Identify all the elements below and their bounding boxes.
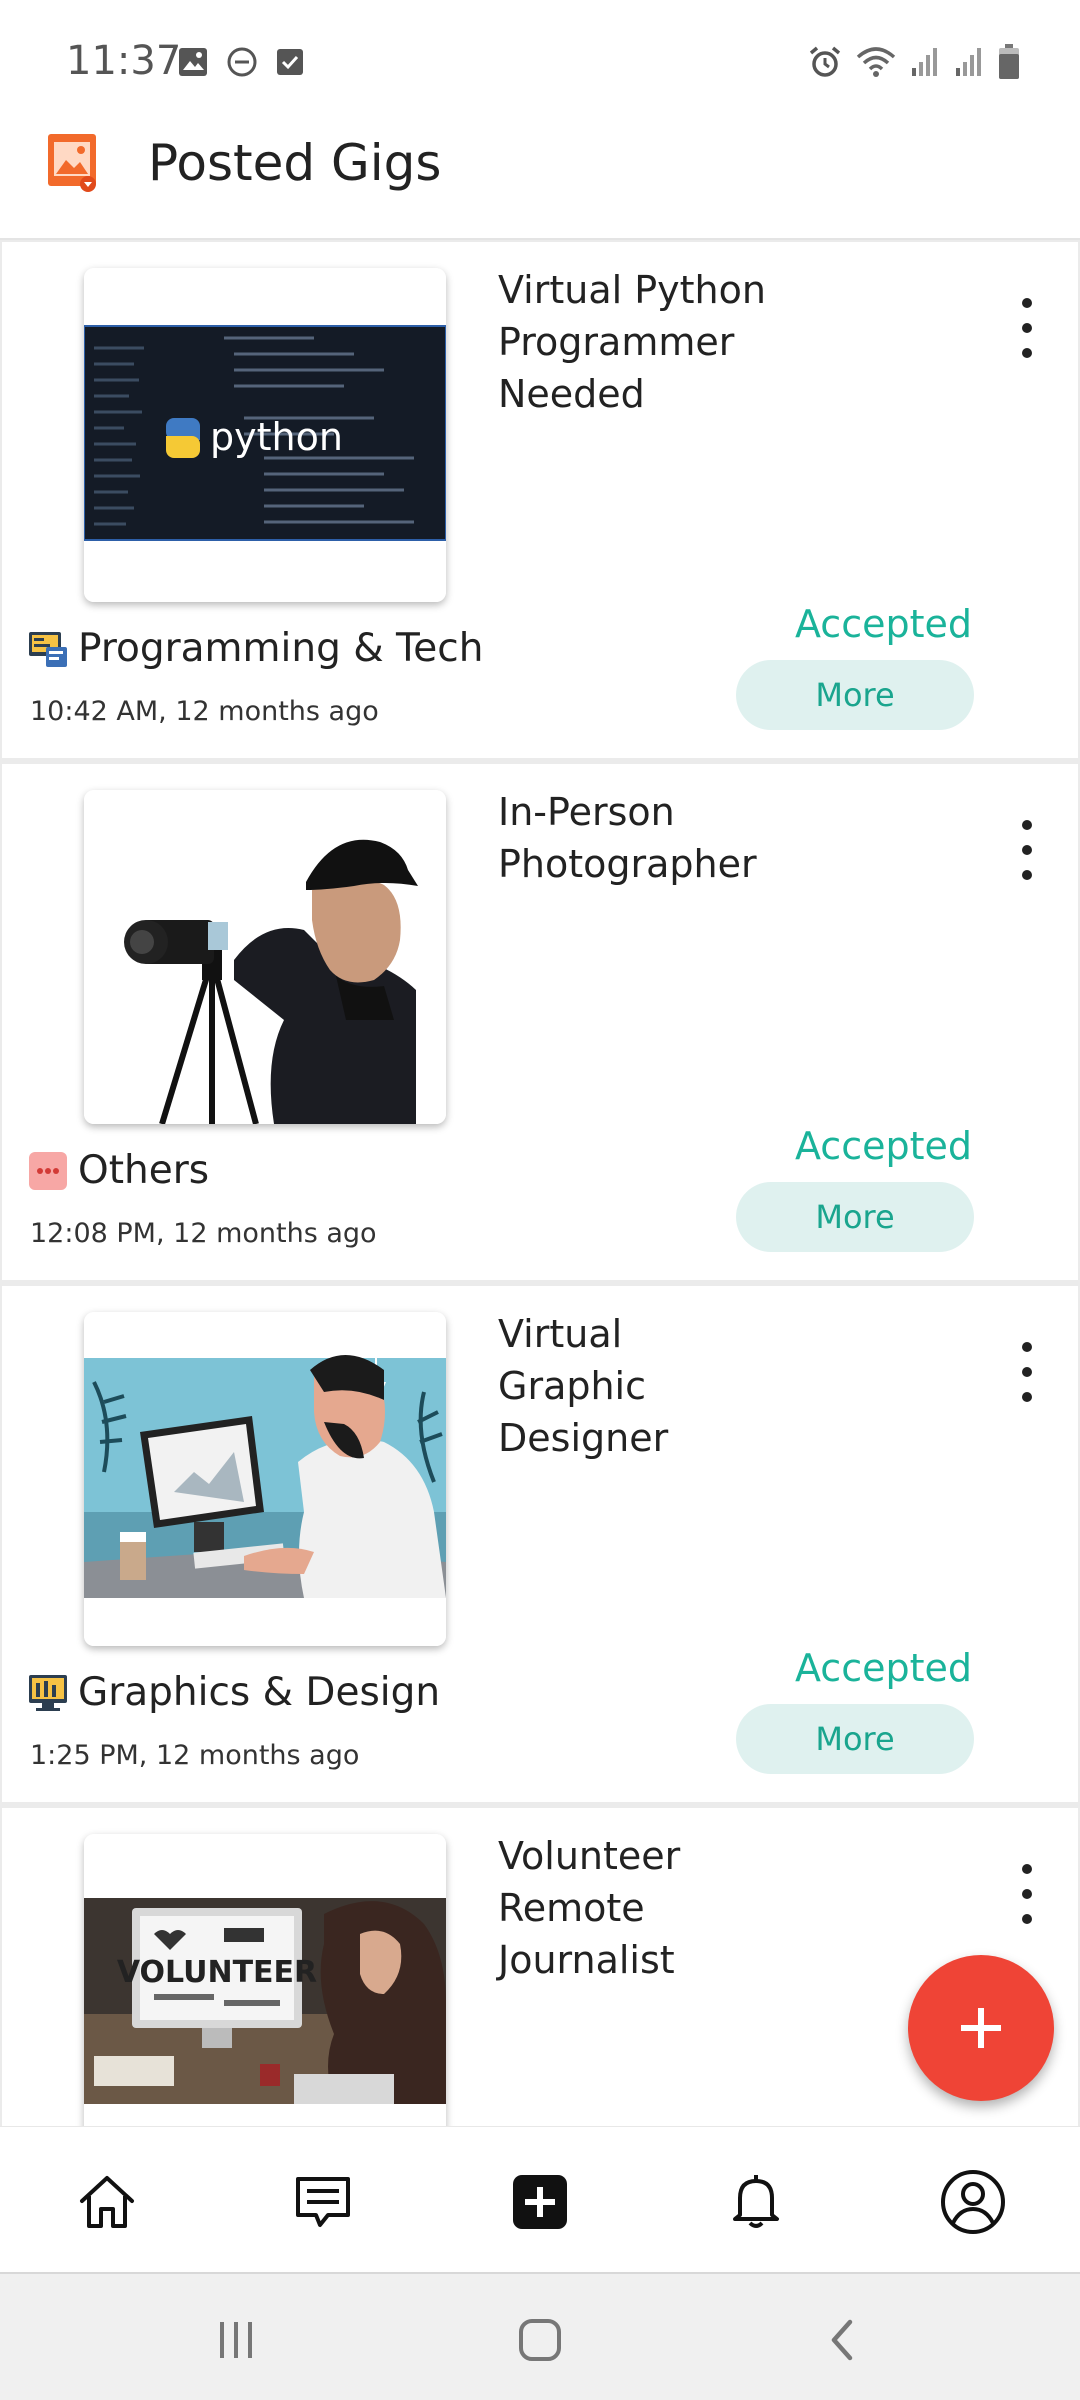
alarm-icon — [809, 46, 841, 77]
bottom-nav — [0, 2126, 1080, 2272]
back-icon — [831, 2319, 853, 2361]
gig-card[interactable]: python Virtual Python Programmer Needed … — [2, 242, 1078, 758]
app-bar: Posted Gigs — [0, 120, 1080, 240]
more-options-icon[interactable] — [1012, 820, 1042, 880]
recent-apps-icon — [220, 2322, 252, 2358]
volunteer-image-text: VOLUNTEER — [117, 1955, 317, 1990]
designer-image — [84, 1312, 446, 1646]
more-button[interactable]: More — [736, 660, 974, 730]
more-options-icon[interactable] — [1012, 1342, 1042, 1402]
gig-category: Programming & Tech — [28, 626, 483, 671]
gig-title[interactable]: Virtual Graphic Designer — [498, 1308, 778, 1464]
volunteer-image: VOLUNTEER — [84, 1834, 446, 2126]
gig-title[interactable]: Virtual Python Programmer Needed — [498, 264, 778, 420]
gig-category: Others — [28, 1148, 209, 1193]
python-code-image: python — [84, 268, 446, 602]
plus-icon — [961, 2008, 1001, 2048]
home-icon — [80, 2176, 134, 2228]
gig-thumbnail[interactable] — [84, 790, 446, 1124]
programming-icon — [29, 631, 67, 667]
do-not-disturb-icon — [227, 47, 257, 77]
recent-apps-button[interactable] — [206, 2312, 266, 2368]
battery-icon — [999, 44, 1019, 79]
gig-category: Graphics & Design — [28, 1670, 440, 1715]
status-bar: 11:37 — [0, 0, 1080, 120]
more-options-icon[interactable] — [1012, 298, 1042, 358]
notifications-icon — [733, 2175, 779, 2228]
photographer-image — [84, 790, 446, 1124]
nav-profile[interactable] — [938, 2167, 1008, 2237]
system-nav — [0, 2272, 1080, 2400]
system-back-button[interactable] — [812, 2312, 872, 2368]
gig-card[interactable]: Virtual Graphic Designer Graphics & Desi… — [2, 1286, 1078, 1802]
gig-timestamp: 10:42 AM, 12 months ago — [30, 696, 379, 727]
status-icons-left — [178, 46, 304, 78]
signal-icon — [956, 48, 981, 76]
python-image-text: python — [210, 415, 343, 459]
more-button[interactable]: More — [736, 1182, 974, 1252]
status-badge: Accepted — [794, 1124, 972, 1168]
gig-title[interactable]: Volunteer Remote Journalist — [498, 1830, 778, 1986]
gallery-icon — [179, 48, 207, 76]
nav-notifications[interactable] — [721, 2167, 791, 2237]
status-time: 11:37 — [66, 38, 182, 84]
category-label: Programming & Tech — [78, 626, 484, 671]
status-badge: Accepted — [794, 602, 972, 646]
gig-thumbnail[interactable]: python — [84, 268, 446, 602]
graphics-icon — [29, 1674, 67, 1711]
nav-add-gig[interactable] — [505, 2167, 575, 2237]
nav-messages[interactable] — [288, 2167, 358, 2237]
gig-title[interactable]: In-Person Photographer — [498, 786, 778, 890]
home-button-icon — [519, 2319, 561, 2361]
gig-logo-icon — [48, 134, 96, 192]
status-badge: Accepted — [794, 1646, 972, 1690]
category-label: Others — [78, 1148, 210, 1193]
status-icons-right — [808, 44, 1020, 80]
gig-timestamp: 1:25 PM, 12 months ago — [30, 1740, 360, 1771]
more-button[interactable]: More — [736, 1704, 974, 1774]
nav-home[interactable] — [72, 2167, 142, 2237]
signal-icon — [912, 48, 937, 76]
page-title: Posted Gigs — [148, 134, 442, 192]
category-label: Graphics & Design — [78, 1670, 441, 1715]
others-icon — [29, 1151, 67, 1190]
gig-card[interactable]: In-Person Photographer Others 12:08 PM, … — [2, 764, 1078, 1280]
messages-icon — [296, 2177, 350, 2227]
add-gig-button[interactable] — [908, 1955, 1054, 2101]
system-home-button[interactable] — [510, 2312, 570, 2368]
wifi-icon — [856, 47, 896, 77]
more-options-icon[interactable] — [1012, 1864, 1042, 1924]
gig-list[interactable]: python Virtual Python Programmer Needed … — [0, 240, 1080, 2126]
gig-card[interactable]: VOLUNTEER Volunteer Remote Journalist — [2, 1808, 1078, 2126]
gig-timestamp: 12:08 PM, 12 months ago — [30, 1218, 377, 1249]
gig-thumbnail[interactable]: VOLUNTEER — [84, 1834, 446, 2126]
add-gig-icon — [513, 2175, 567, 2229]
profile-icon — [941, 2170, 1005, 2234]
checkbox-icon — [277, 49, 303, 75]
gig-thumbnail[interactable] — [84, 1312, 446, 1646]
